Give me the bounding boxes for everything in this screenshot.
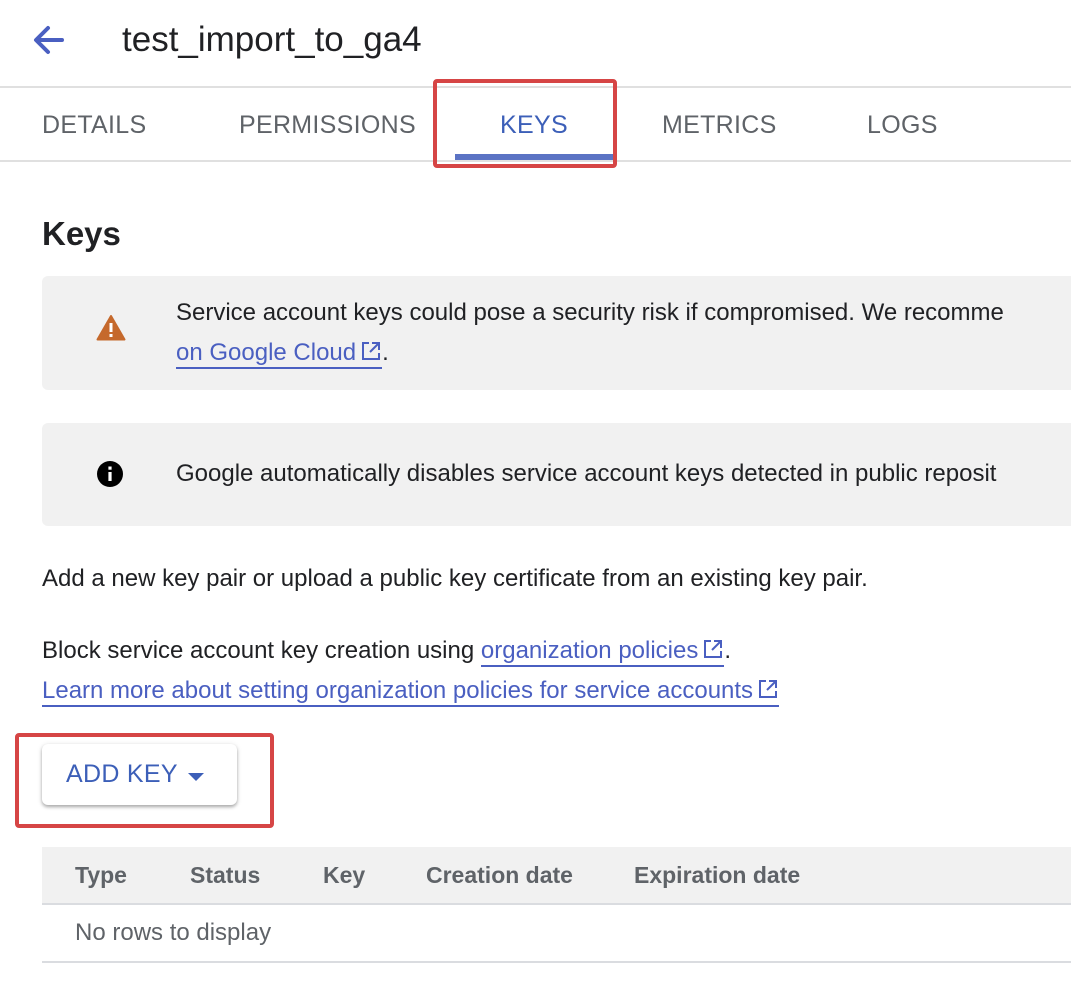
- info-icon: [96, 460, 124, 493]
- empty-table-message: No rows to display: [75, 919, 272, 946]
- add-key-pair-description: Add a new key pair or upload a public ke…: [42, 565, 868, 592]
- tab-logs[interactable]: LOGS: [867, 88, 938, 160]
- arrow-left-icon: [28, 20, 72, 60]
- learn-more-link[interactable]: Learn more about setting organization po…: [42, 677, 780, 707]
- tab-details[interactable]: DETAILS: [42, 88, 146, 160]
- learn-more-line: Learn more about setting organization po…: [42, 671, 780, 713]
- column-header-key[interactable]: Key: [323, 847, 365, 903]
- organization-policies-link[interactable]: organization policies: [480, 637, 725, 667]
- section-title: Keys: [42, 215, 121, 252]
- active-tab-indicator: [455, 154, 613, 160]
- tab-keys[interactable]: KEYS: [455, 88, 613, 160]
- back-button[interactable]: [28, 20, 72, 60]
- warning-icon: [96, 314, 126, 347]
- block-suffix: .: [724, 637, 732, 664]
- column-header-creation-date[interactable]: Creation date: [426, 847, 573, 903]
- page-title: test_import_to_ga4: [122, 20, 422, 59]
- tab-metrics[interactable]: METRICS: [662, 88, 777, 160]
- block-text: Block service account key creation using: [42, 637, 481, 664]
- info-banner: Google automatically disables service ac…: [42, 423, 1071, 526]
- add-key-label: ADD KEY: [66, 760, 178, 788]
- warning-banner: Service account keys could pose a securi…: [42, 276, 1071, 390]
- warning-banner-text: Service account keys could pose a securi…: [176, 293, 1004, 375]
- warning-message: Service account keys could pose a securi…: [176, 299, 1004, 326]
- add-key-button[interactable]: ADD KEY: [42, 744, 237, 805]
- info-banner-text: Google automatically disables service ac…: [176, 460, 997, 487]
- column-header-type[interactable]: Type: [75, 847, 127, 903]
- column-header-status[interactable]: Status: [190, 847, 260, 903]
- page-header: test_import_to_ga4: [0, 0, 1071, 88]
- link-suffix: .: [382, 339, 389, 366]
- external-link-icon: [702, 633, 724, 673]
- external-link-icon: [360, 335, 382, 375]
- keys-table-header: Type Status Key Creation date Expiration…: [42, 847, 1071, 905]
- table-empty-row: No rows to display: [42, 905, 1071, 963]
- tab-bar: DETAILS PERMISSIONS KEYS METRICS LOGS: [0, 88, 1071, 162]
- tab-permissions[interactable]: PERMISSIONS: [239, 88, 416, 160]
- google-cloud-link[interactable]: on Google Cloud: [176, 339, 383, 369]
- column-header-expiration-date[interactable]: Expiration date: [634, 847, 800, 903]
- external-link-icon: [757, 673, 779, 713]
- block-key-creation-text: Block service account key creation using…: [42, 631, 731, 673]
- caret-down-icon: [187, 769, 205, 787]
